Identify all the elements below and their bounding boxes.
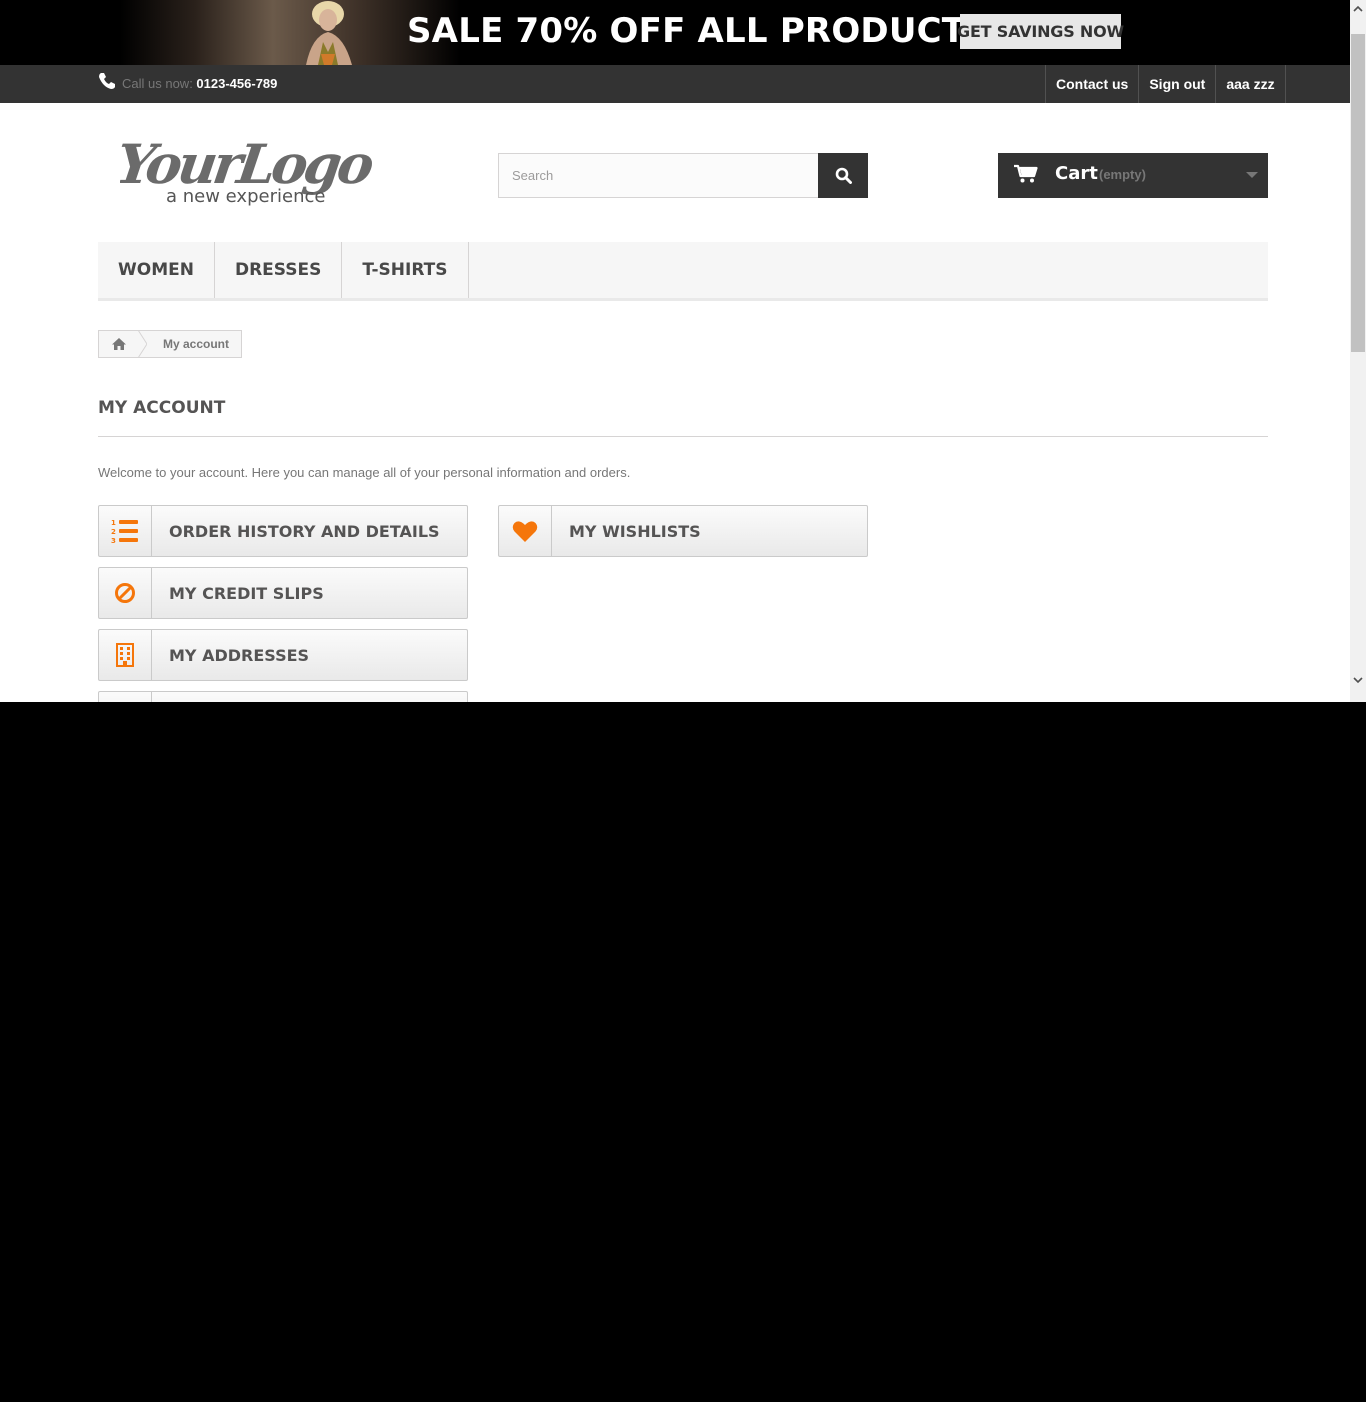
banner-headline: SALE 70% OFF ALL PRODUCTS bbox=[407, 11, 990, 51]
sign-out-link[interactable]: Sign out bbox=[1138, 65, 1215, 103]
breadcrumb: My account bbox=[98, 330, 243, 358]
customer-account-link[interactable]: aaa zzz bbox=[1215, 65, 1286, 103]
phone-number: 0123-456-789 bbox=[196, 76, 278, 91]
chevron-up-icon bbox=[1353, 5, 1363, 12]
call-us-text: Call us now: 0123-456-789 bbox=[122, 76, 277, 91]
svg-text:2: 2 bbox=[111, 528, 116, 536]
menu-item-dresses[interactable]: DRESSES bbox=[215, 242, 343, 298]
promo-banner[interactable]: SALE 70% OFF ALL PRODUCTS GET SAVINGS NO… bbox=[0, 0, 1350, 65]
get-savings-button[interactable]: GET SAVINGS NOW bbox=[957, 14, 1124, 49]
page-title: MY ACCOUNT bbox=[98, 398, 226, 418]
icon-cell bbox=[99, 568, 152, 618]
icon-cell bbox=[99, 630, 152, 680]
scroll-up-button[interactable] bbox=[1350, 0, 1366, 17]
search-button[interactable] bbox=[818, 153, 868, 198]
credit-slips-button[interactable]: MY CREDIT SLIPS bbox=[98, 567, 468, 619]
top-nav-bar: Call us now: 0123-456-789 Contact us Sig… bbox=[0, 65, 1350, 103]
breadcrumb-current: My account bbox=[163, 337, 230, 351]
order-history-button[interactable]: 1 2 3 ORDER HISTORY AND DETAILS bbox=[98, 505, 468, 557]
addresses-button[interactable]: MY ADDRESSES bbox=[98, 629, 468, 681]
page-scrollbar[interactable] bbox=[1350, 0, 1366, 702]
personal-info-button[interactable] bbox=[98, 691, 468, 702]
menu-item-women[interactable]: WOMEN bbox=[98, 242, 215, 298]
scrollbar-thumb[interactable] bbox=[1351, 34, 1365, 352]
wishlists-button[interactable]: MY WISHLISTS bbox=[498, 505, 868, 557]
credit-slips-label: MY CREDIT SLIPS bbox=[169, 583, 324, 603]
cart-label: Cart bbox=[1055, 163, 1098, 184]
logo-tagline: a new experience bbox=[166, 186, 325, 207]
search-input[interactable] bbox=[498, 153, 819, 198]
cart-dropdown[interactable]: Cart (empty) bbox=[998, 153, 1268, 198]
contact-us-link[interactable]: Contact us bbox=[1045, 65, 1138, 103]
wishlists-label: MY WISHLISTS bbox=[569, 521, 701, 541]
svg-text:3: 3 bbox=[111, 537, 116, 544]
search-icon bbox=[835, 167, 852, 184]
icon-cell bbox=[499, 506, 552, 556]
icon-cell bbox=[99, 692, 152, 702]
header-user-links: Contact us Sign out aaa zzz bbox=[1045, 65, 1286, 103]
banner-model-image bbox=[306, 1, 352, 65]
call-us-label: Call us now: bbox=[122, 76, 197, 91]
cart-status: (empty) bbox=[1099, 167, 1146, 182]
scroll-down-button[interactable] bbox=[1350, 672, 1366, 689]
welcome-text: Welcome to your account. Here you can ma… bbox=[98, 465, 631, 480]
order-history-label: ORDER HISTORY AND DETAILS bbox=[169, 521, 440, 541]
menu-item-tshirts[interactable]: T-SHIRTS bbox=[342, 242, 469, 298]
chevron-down-icon bbox=[1246, 172, 1258, 178]
browser-viewport: SALE 70% OFF ALL PRODUCTS GET SAVINGS NO… bbox=[0, 0, 1366, 702]
home-icon bbox=[111, 338, 126, 350]
chevron-down-icon bbox=[1353, 677, 1363, 684]
main-menu: WOMEN DRESSES T-SHIRTS bbox=[98, 242, 1268, 301]
icon-cell: 1 2 3 bbox=[99, 506, 152, 556]
building-icon bbox=[116, 643, 134, 667]
heart-icon bbox=[512, 520, 538, 542]
svg-text:1: 1 bbox=[111, 519, 116, 527]
store-logo[interactable]: YourLogo a new experience bbox=[120, 125, 410, 210]
numbered-list-icon: 1 2 3 bbox=[111, 519, 138, 544]
addresses-label: MY ADDRESSES bbox=[169, 645, 310, 665]
cart-icon bbox=[1014, 164, 1038, 183]
ban-icon bbox=[115, 583, 135, 603]
breadcrumb-home[interactable] bbox=[99, 330, 147, 358]
heading-divider bbox=[98, 436, 1268, 437]
phone-icon bbox=[99, 73, 115, 89]
breadcrumb-separator bbox=[138, 330, 147, 358]
